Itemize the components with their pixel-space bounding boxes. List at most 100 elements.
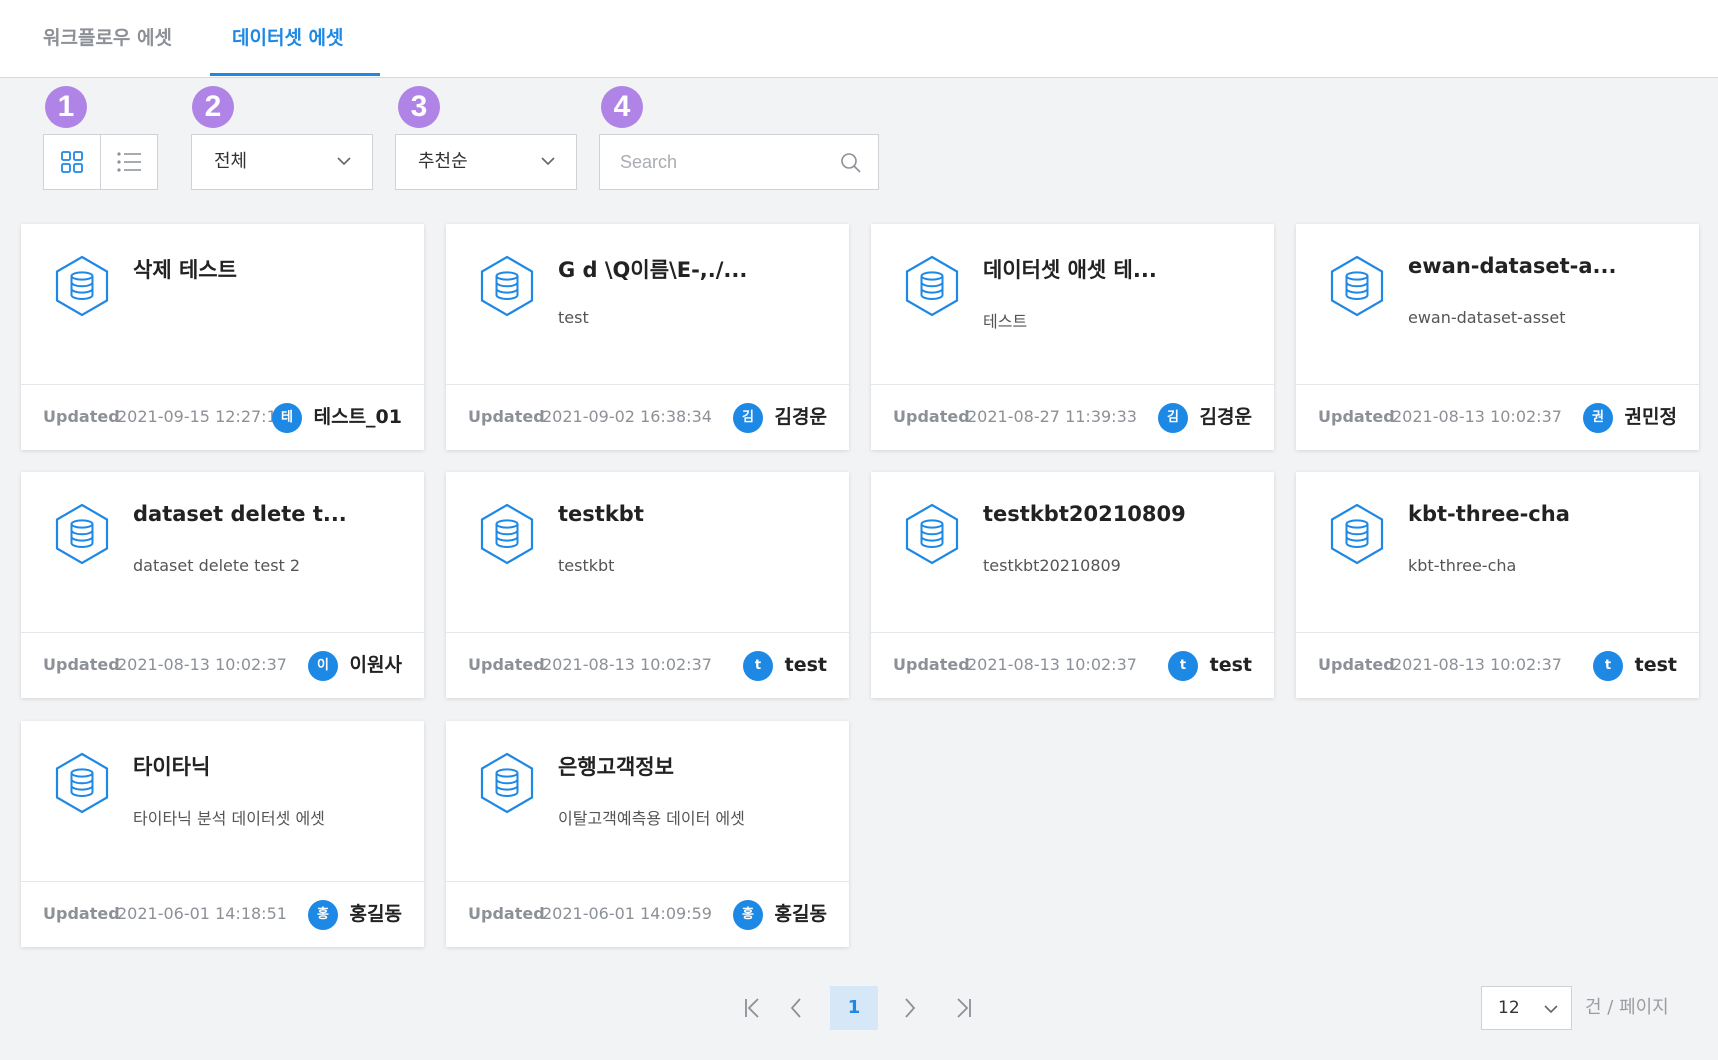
updated-label: Updated [468, 407, 545, 426]
dataset-icon [1330, 255, 1384, 317]
updated-label: Updated [1318, 407, 1395, 426]
chevron-down-icon [1544, 1005, 1558, 1014]
avatar: 김 [733, 403, 763, 433]
dataset-card[interactable]: 삭제 테스트 Updated 2021-09-15 12:27:16 테 테스트… [21, 224, 424, 450]
updated-date: 2021-08-27 11:39:33 [967, 407, 1137, 426]
chevron-left-icon [790, 998, 801, 1018]
card-footer: Updated 2021-09-02 16:38:34 김 김경운 [446, 384, 849, 450]
card-title: G d \Q이름\E-,./... [558, 258, 748, 282]
updated-label: Updated [43, 407, 120, 426]
dataset-card[interactable]: G d \Q이름\E-,./... test Updated 2021-09-0… [446, 224, 849, 450]
avatar: 이 [308, 651, 338, 681]
updated-date: 2021-09-15 12:27:16 [117, 407, 287, 426]
updated-label: Updated [468, 904, 545, 923]
annotation-badge-3: 3 [398, 86, 440, 128]
card-description: test [558, 308, 589, 327]
card-description: 테스트 [983, 312, 1028, 331]
grid-view-button[interactable] [44, 135, 100, 189]
avatar: t [743, 651, 773, 681]
card-footer: Updated 2021-09-15 12:27:16 테 테스트_01 [21, 384, 424, 450]
avatar: 김 [1158, 403, 1188, 433]
sort-value: 추천순 [418, 151, 468, 172]
chevron-down-icon [337, 157, 351, 166]
card-title: testkbt [558, 502, 644, 526]
category-filter-dropdown[interactable]: 전체 [191, 134, 373, 190]
card-description: dataset delete test 2 [133, 556, 301, 575]
updated-label: Updated [43, 655, 120, 674]
chevron-down-icon [541, 157, 555, 166]
next-page-button[interactable] [888, 986, 932, 1030]
grid-icon [61, 151, 83, 173]
avatar: 홍 [733, 900, 763, 930]
active-tab-indicator [210, 73, 380, 76]
view-mode-toggle [43, 134, 158, 190]
page-number-current[interactable]: 1 [830, 986, 878, 1030]
dataset-icon [55, 255, 109, 317]
card-title: 은행고객정보 [558, 755, 674, 779]
card-description: 타이타닉 분석 데이터셋 에셋 [133, 809, 325, 828]
card-title: testkbt20210809 [983, 502, 1186, 526]
dataset-icon [55, 503, 109, 565]
last-page-button[interactable] [942, 986, 986, 1030]
dataset-icon [480, 255, 534, 317]
card-footer: Updated 2021-08-13 10:02:37 t test [1296, 632, 1699, 698]
card-description: kbt-three-cha [1408, 556, 1517, 575]
first-page-button[interactable] [730, 986, 774, 1030]
owner-name: 테스트_01 [313, 406, 402, 428]
search-box [599, 134, 879, 190]
owner-name: 김경운 [774, 406, 827, 428]
annotation-badge-4: 4 [601, 86, 643, 128]
dataset-card[interactable]: kbt-three-cha kbt-three-cha Updated 2021… [1296, 472, 1699, 698]
card-footer: Updated 2021-06-01 14:09:59 홍 홍길동 [446, 881, 849, 947]
card-title: kbt-three-cha [1408, 502, 1570, 526]
dataset-icon [1330, 503, 1384, 565]
card-description: testkbt20210809 [983, 556, 1121, 575]
card-footer: Updated 2021-08-13 10:02:37 권 권민정 [1296, 384, 1699, 450]
card-description: testkbt [558, 556, 615, 575]
card-footer: Updated 2021-06-01 14:18:51 홍 홍길동 [21, 881, 424, 947]
owner-name: 이원사 [349, 654, 402, 676]
dataset-card[interactable]: testkbt20210809 testkbt20210809 Updated … [871, 472, 1274, 698]
dataset-icon [905, 255, 959, 317]
avatar: 테 [272, 403, 302, 433]
dataset-card[interactable]: 은행고객정보 이탈고객예측용 데이터 에셋 Updated 2021-06-01… [446, 721, 849, 947]
updated-label: Updated [1318, 655, 1395, 674]
card-footer: Updated 2021-08-27 11:39:33 김 김경운 [871, 384, 1274, 450]
dataset-icon [905, 503, 959, 565]
tab-dataset-asset[interactable]: 데이터셋 에셋 [210, 0, 366, 78]
tab-workflow-asset[interactable]: 워크플로우 에셋 [21, 0, 194, 78]
search-input[interactable] [620, 143, 830, 181]
card-title: ewan-dataset-a... [1408, 254, 1617, 278]
owner-name: test [1634, 654, 1677, 676]
avatar: t [1593, 651, 1623, 681]
dataset-card[interactable]: ewan-dataset-a... ewan-dataset-asset Upd… [1296, 224, 1699, 450]
updated-label: Updated [893, 655, 970, 674]
last-page-icon [957, 998, 971, 1018]
avatar: t [1168, 651, 1198, 681]
chevron-right-icon [905, 998, 916, 1018]
owner-name: test [1209, 654, 1252, 676]
card-description: 이탈고객예측용 데이터 에셋 [558, 809, 745, 828]
dataset-icon [480, 503, 534, 565]
owner-name: test [784, 654, 827, 676]
page-size-suffix: 건 / 페이지 [1585, 997, 1669, 1018]
card-footer: Updated 2021-08-13 10:02:37 t test [446, 632, 849, 698]
dataset-card[interactable]: testkbt testkbt Updated 2021-08-13 10:02… [446, 472, 849, 698]
dataset-card[interactable]: 데이터셋 애셋 테... 테스트 Updated 2021-08-27 11:3… [871, 224, 1274, 450]
list-view-button[interactable] [100, 135, 157, 189]
avatar: 권 [1583, 403, 1613, 433]
owner-name: 권민정 [1624, 406, 1677, 428]
sort-dropdown[interactable]: 추천순 [395, 134, 577, 190]
search-icon[interactable] [840, 152, 862, 174]
page-size-select[interactable]: 12 [1481, 986, 1572, 1030]
updated-label: Updated [893, 407, 970, 426]
prev-page-button[interactable] [774, 986, 818, 1030]
dataset-card[interactable]: 타이타닉 타이타닉 분석 데이터셋 에셋 Updated 2021-06-01 … [21, 721, 424, 947]
dataset-card[interactable]: dataset delete t... dataset delete test … [21, 472, 424, 698]
avatar: 홍 [308, 900, 338, 930]
card-title: 데이터셋 애셋 테... [983, 258, 1157, 282]
updated-date: 2021-06-01 14:18:51 [117, 904, 287, 923]
first-page-icon [745, 998, 759, 1018]
annotation-badge-2: 2 [192, 86, 234, 128]
annotation-badge-1: 1 [45, 86, 87, 128]
